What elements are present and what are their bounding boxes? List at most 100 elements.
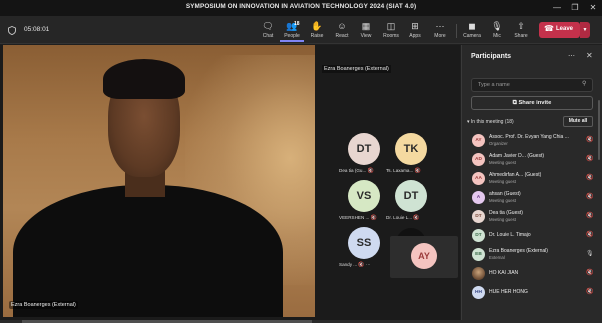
- people-icon: 👥: [286, 21, 298, 31]
- phone-icon: ☎: [544, 24, 554, 33]
- chat-button[interactable]: 🗨 Chat: [256, 20, 280, 42]
- participant-tile[interactable]: DT Dea tia (Gu... 🔇: [339, 133, 381, 174]
- participant-role: Meeting guest: [489, 217, 516, 222]
- mic-button[interactable]: 🎙 Mic: [485, 20, 509, 42]
- smile-icon: ☺: [337, 21, 347, 31]
- chat-icon: 🗨: [262, 21, 274, 31]
- more-icon: ⋯: [365, 262, 371, 267]
- close-icon[interactable]: ✕: [586, 51, 593, 60]
- mic-off-icon: 🔇: [586, 232, 594, 238]
- more-icon[interactable]: ⋯: [568, 52, 575, 60]
- participant-role: Meeting guest: [489, 179, 516, 184]
- panel-scrollbar[interactable]: [598, 100, 600, 160]
- apps-button[interactable]: ⊞ Apps: [403, 20, 427, 42]
- participant-name: ahsan (Guest): [489, 191, 521, 197]
- mic-off-icon: 🔇: [367, 168, 374, 174]
- tile-name: VEERSHEN ... 🔇: [339, 215, 377, 221]
- participant-tile[interactable]: DT Dr. Louie L... 🔇: [386, 180, 428, 221]
- leave-button[interactable]: ☎ Leave: [539, 22, 580, 38]
- list-item[interactable]: HO KAI JIAN 🔇: [462, 264, 602, 283]
- people-button[interactable]: 👥 18 People: [280, 20, 304, 42]
- chat-label: Chat: [262, 33, 274, 39]
- list-item[interactable]: DT Dea tia (Guest) Meeting guest 🔇: [462, 207, 602, 226]
- mic-off-icon: 🔇: [413, 215, 420, 221]
- leave-dropdown-button[interactable]: ▼: [580, 22, 590, 38]
- self-view-tile[interactable]: AY: [390, 236, 458, 278]
- meeting-toolbar: 05:08:01 🗨 Chat 👥 18 People ✋ Raise ☺ Re…: [0, 16, 602, 44]
- participant-name: Ezra Boanerges (External): [489, 248, 548, 254]
- mic-label: Mic: [493, 33, 501, 39]
- participant-tile[interactable]: VS VEERSHEN ... 🔇: [339, 180, 381, 221]
- mic-off-icon: 🔇: [586, 175, 594, 181]
- main-video-feed[interactable]: Ezra Boanerges (External): [3, 45, 315, 317]
- search-input[interactable]: [471, 78, 593, 92]
- participant-name: Ahmedirfan A... (Guest): [489, 172, 542, 178]
- more-label: More: [434, 33, 446, 39]
- apps-label: Apps: [409, 33, 421, 39]
- participant-name: Adam Javier D... (Guest): [489, 153, 545, 159]
- view-icon: ▦: [361, 21, 371, 31]
- rooms-button[interactable]: ◫ Rooms: [379, 20, 403, 42]
- camera-button[interactable]: ◼ Camera: [460, 20, 484, 42]
- list-item[interactable]: AA Ahmedirfan A... (Guest) Meeting guest…: [462, 169, 602, 188]
- participant-tile[interactable]: SS Sandy ... 🔇 ⋯: [339, 227, 381, 268]
- react-button[interactable]: ☺ React: [330, 20, 354, 42]
- participants-panel: Participants ⋯ ✕ ⚲ ⧉ Share invite ▾ In t…: [461, 45, 602, 323]
- share-icon: ⇧: [517, 21, 525, 31]
- mic-off-icon: 🔇: [586, 156, 594, 162]
- rooms-label: Rooms: [383, 33, 399, 39]
- list-item[interactable]: EB Ezra Boanerges (External) External 🎙: [462, 245, 602, 264]
- more-button[interactable]: ⋯ More: [428, 20, 452, 42]
- tile-name: Sandy ... 🔇 ⋯: [339, 262, 371, 268]
- list-item[interactable]: A ahsan (Guest) Meeting guest 🔇: [462, 188, 602, 207]
- avatar: AY: [472, 134, 485, 147]
- minimize-icon[interactable]: —: [551, 2, 563, 14]
- participant-name: Dea tia (Guest): [489, 210, 523, 216]
- mic-on-icon: 🎙: [586, 251, 594, 257]
- mic-off-icon: 🔇: [586, 289, 594, 295]
- share-invite-label: Share invite: [518, 100, 552, 106]
- chevron-down-icon: ▼: [582, 27, 588, 33]
- avatar: A: [472, 191, 485, 204]
- title-bar: SYMPOSIUM ON INNOVATION IN AVIATION TECH…: [0, 0, 602, 16]
- participant-role: Organizer: [489, 141, 508, 146]
- view-label: View: [360, 33, 372, 39]
- maximize-icon[interactable]: ❐: [569, 2, 581, 14]
- list-item[interactable]: AD Adam Javier D... (Guest) Meeting gues…: [462, 150, 602, 169]
- mute-all-button[interactable]: Mute all: [563, 116, 593, 127]
- meeting-stage: Ezra Boanerges (External): [0, 45, 460, 323]
- participant-role: Meeting guest: [489, 198, 516, 203]
- participant-tile[interactable]: TK Ts. Laxama... 🔇: [386, 133, 428, 174]
- tile-name: Ts. Laxama... 🔇: [386, 168, 421, 174]
- participant-name: Assoc. Prof. Dr. Evyan Yang Chia ...: [489, 134, 569, 140]
- avatar: EB: [472, 248, 485, 261]
- share-icon: ⧉: [512, 100, 517, 106]
- share-invite-button[interactable]: ⧉ Share invite: [471, 96, 593, 110]
- avatar: DT: [472, 229, 485, 242]
- people-label: People: [284, 33, 300, 39]
- list-item[interactable]: AY Assoc. Prof. Dr. Evyan Yang Chia ... …: [462, 131, 602, 150]
- mic-off-icon: 🔇: [586, 270, 594, 276]
- share-button[interactable]: ⇧ Share: [509, 20, 533, 42]
- main-video-name: Ezra Boanerges (External): [9, 301, 78, 309]
- participant-role: Meeting guest: [489, 160, 516, 165]
- participant-name: HUE HER HONG: [489, 289, 528, 295]
- mic-off-icon: 🔇: [586, 213, 594, 219]
- camera-label: Camera: [463, 33, 481, 39]
- avatar: DT: [395, 180, 427, 212]
- view-button[interactable]: ▦ View: [354, 20, 378, 42]
- avatar: [472, 267, 485, 280]
- mic-off-icon: 🔇: [586, 137, 594, 143]
- list-item[interactable]: DT Dr. Louie L. Timajo 🔇: [462, 226, 602, 245]
- close-window-icon[interactable]: ✕: [587, 2, 599, 14]
- avatar: VS: [348, 180, 380, 212]
- mic-off-icon: 🔇: [586, 194, 594, 200]
- leave-label: Leave: [556, 26, 574, 32]
- list-item[interactable]: HH HUE HER HONG 🔇: [462, 283, 602, 302]
- in-meeting-header[interactable]: ▾ In this meeting (18): [467, 119, 514, 125]
- share-label: Share: [514, 33, 528, 39]
- avatar: AD: [472, 153, 485, 166]
- participant-name: HO KAI JIAN: [489, 270, 519, 276]
- participants-list: AY Assoc. Prof. Dr. Evyan Yang Chia ... …: [462, 131, 602, 302]
- raise-hand-button[interactable]: ✋ Raise: [305, 20, 329, 42]
